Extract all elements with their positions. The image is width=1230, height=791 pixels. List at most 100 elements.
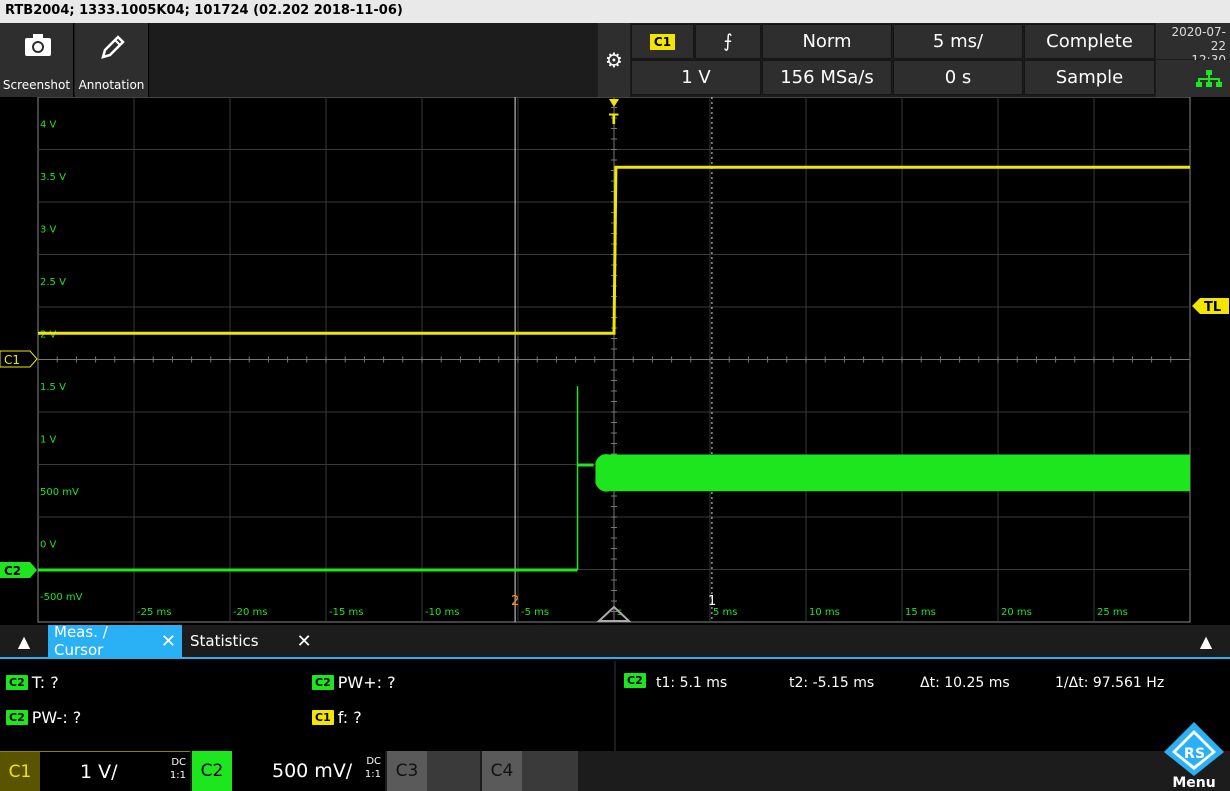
scroll-updown-left-icon[interactable]: ▲ [0, 625, 48, 657]
acquisition-mode[interactable]: Sample [1024, 60, 1155, 95]
trigger-slope[interactable]: ⨍ [695, 24, 761, 59]
tab-statistics[interactable]: Statistics ✕ [184, 625, 314, 657]
y-tick-label: 1 V [40, 434, 57, 445]
trigger-mode[interactable]: Norm [762, 24, 892, 59]
annotation-button[interactable]: Annotation [75, 23, 149, 97]
x-tick-label: -25 ms [137, 607, 171, 618]
x-tick-label: -20 ms [233, 607, 267, 618]
timebase[interactable]: 5 ms/ [893, 24, 1023, 59]
trigger-marker-label: T [609, 112, 619, 128]
x-tick-label: -10 ms [425, 607, 459, 618]
channel-c3-label: C3 [387, 751, 427, 791]
meas-neg-width-label: PW-: ? [31, 708, 82, 727]
cursor-t2: t2: -5.15 ms [789, 675, 875, 691]
svg-text:S: S [1195, 746, 1205, 762]
cursor-delta-t: Δt: 10.25 ms [920, 675, 1010, 691]
channel-c1-label: C1 [0, 752, 40, 791]
y-tick-label: 2.5 V [40, 277, 66, 288]
horizontal-position[interactable]: 0 s [893, 60, 1023, 95]
y-tick-label: 500 mV [40, 487, 79, 498]
gear-icon[interactable]: ⚙ [598, 23, 630, 97]
meas-period-tag: C2 [6, 675, 28, 690]
screenshot-button[interactable]: Screenshot [0, 23, 74, 97]
rs-logo-icon: R S [1164, 722, 1224, 776]
channel-c2-label: C2 [192, 751, 232, 791]
close-icon[interactable]: ✕ [161, 631, 176, 652]
x-tick-label: 15 ms [905, 607, 936, 618]
tab-statistics-label: Statistics [190, 632, 259, 650]
cursor-inverse-delta-t: 1/Δt: 97.561 Hz [1055, 675, 1165, 691]
network-icon [1156, 60, 1230, 97]
x-axis-labels: -25 ms -20 ms -15 ms -10 ms -5 ms s 5 ms 10 ms 1… [137, 607, 1128, 618]
channel-c1[interactable]: C1 1 V/ DC 1:1 [0, 751, 190, 791]
rising-edge-icon: ⨍ [723, 31, 733, 52]
datetime: 2020-07-22 12:30 [1156, 23, 1230, 67]
y-tick-label: 3.5 V [40, 172, 66, 183]
annotation-label: Annotation [78, 78, 145, 92]
svg-text:R: R [1184, 746, 1195, 762]
c1-offset-label: C1 [4, 353, 20, 367]
tab-bar: ▲ Meas. / Cursor ✕ Statistics ✕ ▲ [0, 623, 1230, 659]
channel-c2[interactable]: C2 500 mV/ DC 1:1 [192, 751, 385, 791]
c2-trace-band [595, 454, 1190, 492]
trigger-source[interactable]: C1 [631, 24, 694, 59]
channel-c1-probe: 1:1 [169, 770, 186, 781]
y-tick-label: 4 V [40, 119, 57, 130]
trigger-level[interactable]: 1 V [631, 60, 761, 95]
meas-frequency-label: f: ? [337, 708, 362, 727]
waveform-display[interactable]: 4 V 3.5 V3 V 2.5 V2 V 1.5 V1 V 500 mV 0 V -500… [0, 97, 1230, 625]
channel-c2-coupling: DC 1:1 [365, 755, 381, 781]
x-tick-label: 20 ms [1001, 607, 1032, 618]
cursor-readout[interactable]: C2 [624, 673, 646, 688]
camera-icon [25, 34, 51, 56]
menu-button[interactable]: R S Menu [1158, 720, 1230, 791]
channel-c3[interactable]: C3 [387, 751, 480, 791]
channel-c2-coupling-mode: DC [366, 756, 381, 767]
c2-offset-label: C2 [4, 564, 21, 578]
channel-c2-scale: 500 mV/ [272, 760, 353, 782]
meas-frequency[interactable]: C1 f: ? [312, 708, 362, 727]
scroll-updown-right-icon[interactable]: ▲ [1182, 625, 1230, 657]
y-tick-label: 0 V [40, 539, 57, 550]
screenshot-label: Screenshot [2, 78, 71, 92]
panel-divider [614, 661, 616, 751]
x-tick-label: 25 ms [1097, 607, 1128, 618]
cursor-t1: t1: 5.1 ms [656, 675, 728, 691]
close-icon[interactable]: ✕ [297, 631, 312, 652]
y-tick-label: 3 V [40, 224, 57, 235]
channel-c1-coupling: DC 1:1 [170, 756, 186, 782]
x-tick-label: 10 ms [809, 607, 840, 618]
x-tick-label: 5 ms [713, 607, 738, 618]
meas-neg-width[interactable]: C2 PW-: ? [6, 708, 81, 727]
tab-meas-cursor[interactable]: Meas. / Cursor ✕ [48, 623, 182, 659]
window-title: RTB2004; 1333.1005K04; 101724 (02.202 20… [0, 0, 1230, 23]
meas-period-label: T: ? [31, 673, 59, 692]
channel-bar: C1 1 V/ DC 1:1 C2 500 mV/ DC 1:1 C3 C4 [0, 751, 1230, 791]
meas-pos-width-label: PW+: ? [337, 673, 396, 692]
meas-neg-width-tag: C2 [6, 710, 28, 725]
channel-c1-scale: 1 V/ [80, 761, 118, 783]
meas-pos-width-tag: C2 [312, 675, 334, 690]
meas-frequency-tag: C1 [312, 710, 334, 725]
measurement-panel: C2 T: ? C2 PW+: ? C2 PW-: ? C1 f: ? C2 t… [0, 661, 1230, 751]
y-tick-label: -500 mV [40, 592, 83, 603]
trigger-source-tag: C1 [649, 33, 676, 50]
y-tick-label: 1.5 V [40, 382, 66, 393]
cursor-readout-tag: C2 [624, 673, 646, 688]
date: 2020-07-22 [1171, 25, 1226, 53]
meas-pos-width[interactable]: C2 PW+: ? [312, 673, 396, 692]
meas-period[interactable]: C2 T: ? [6, 673, 59, 692]
channel-c1-coupling-mode: DC [171, 757, 186, 768]
channel-c4[interactable]: C4 [482, 751, 578, 791]
cursor1-marker[interactable]: 1 [708, 594, 716, 609]
trigger-level-marker-label: TL [1204, 300, 1221, 315]
channel-c4-label: C4 [482, 751, 522, 791]
channel-c2-probe: 1:1 [364, 769, 381, 780]
x-tick-label: -15 ms [329, 607, 363, 618]
acquisition-state[interactable]: Complete [1024, 24, 1155, 59]
trigger-position-marker[interactable] [609, 99, 619, 107]
pencil-icon [101, 35, 125, 59]
tab-meas-cursor-label: Meas. / Cursor [54, 623, 108, 659]
cursor2-marker[interactable]: 2 [511, 594, 519, 609]
sample-rate[interactable]: 156 MSa/s [762, 60, 892, 95]
